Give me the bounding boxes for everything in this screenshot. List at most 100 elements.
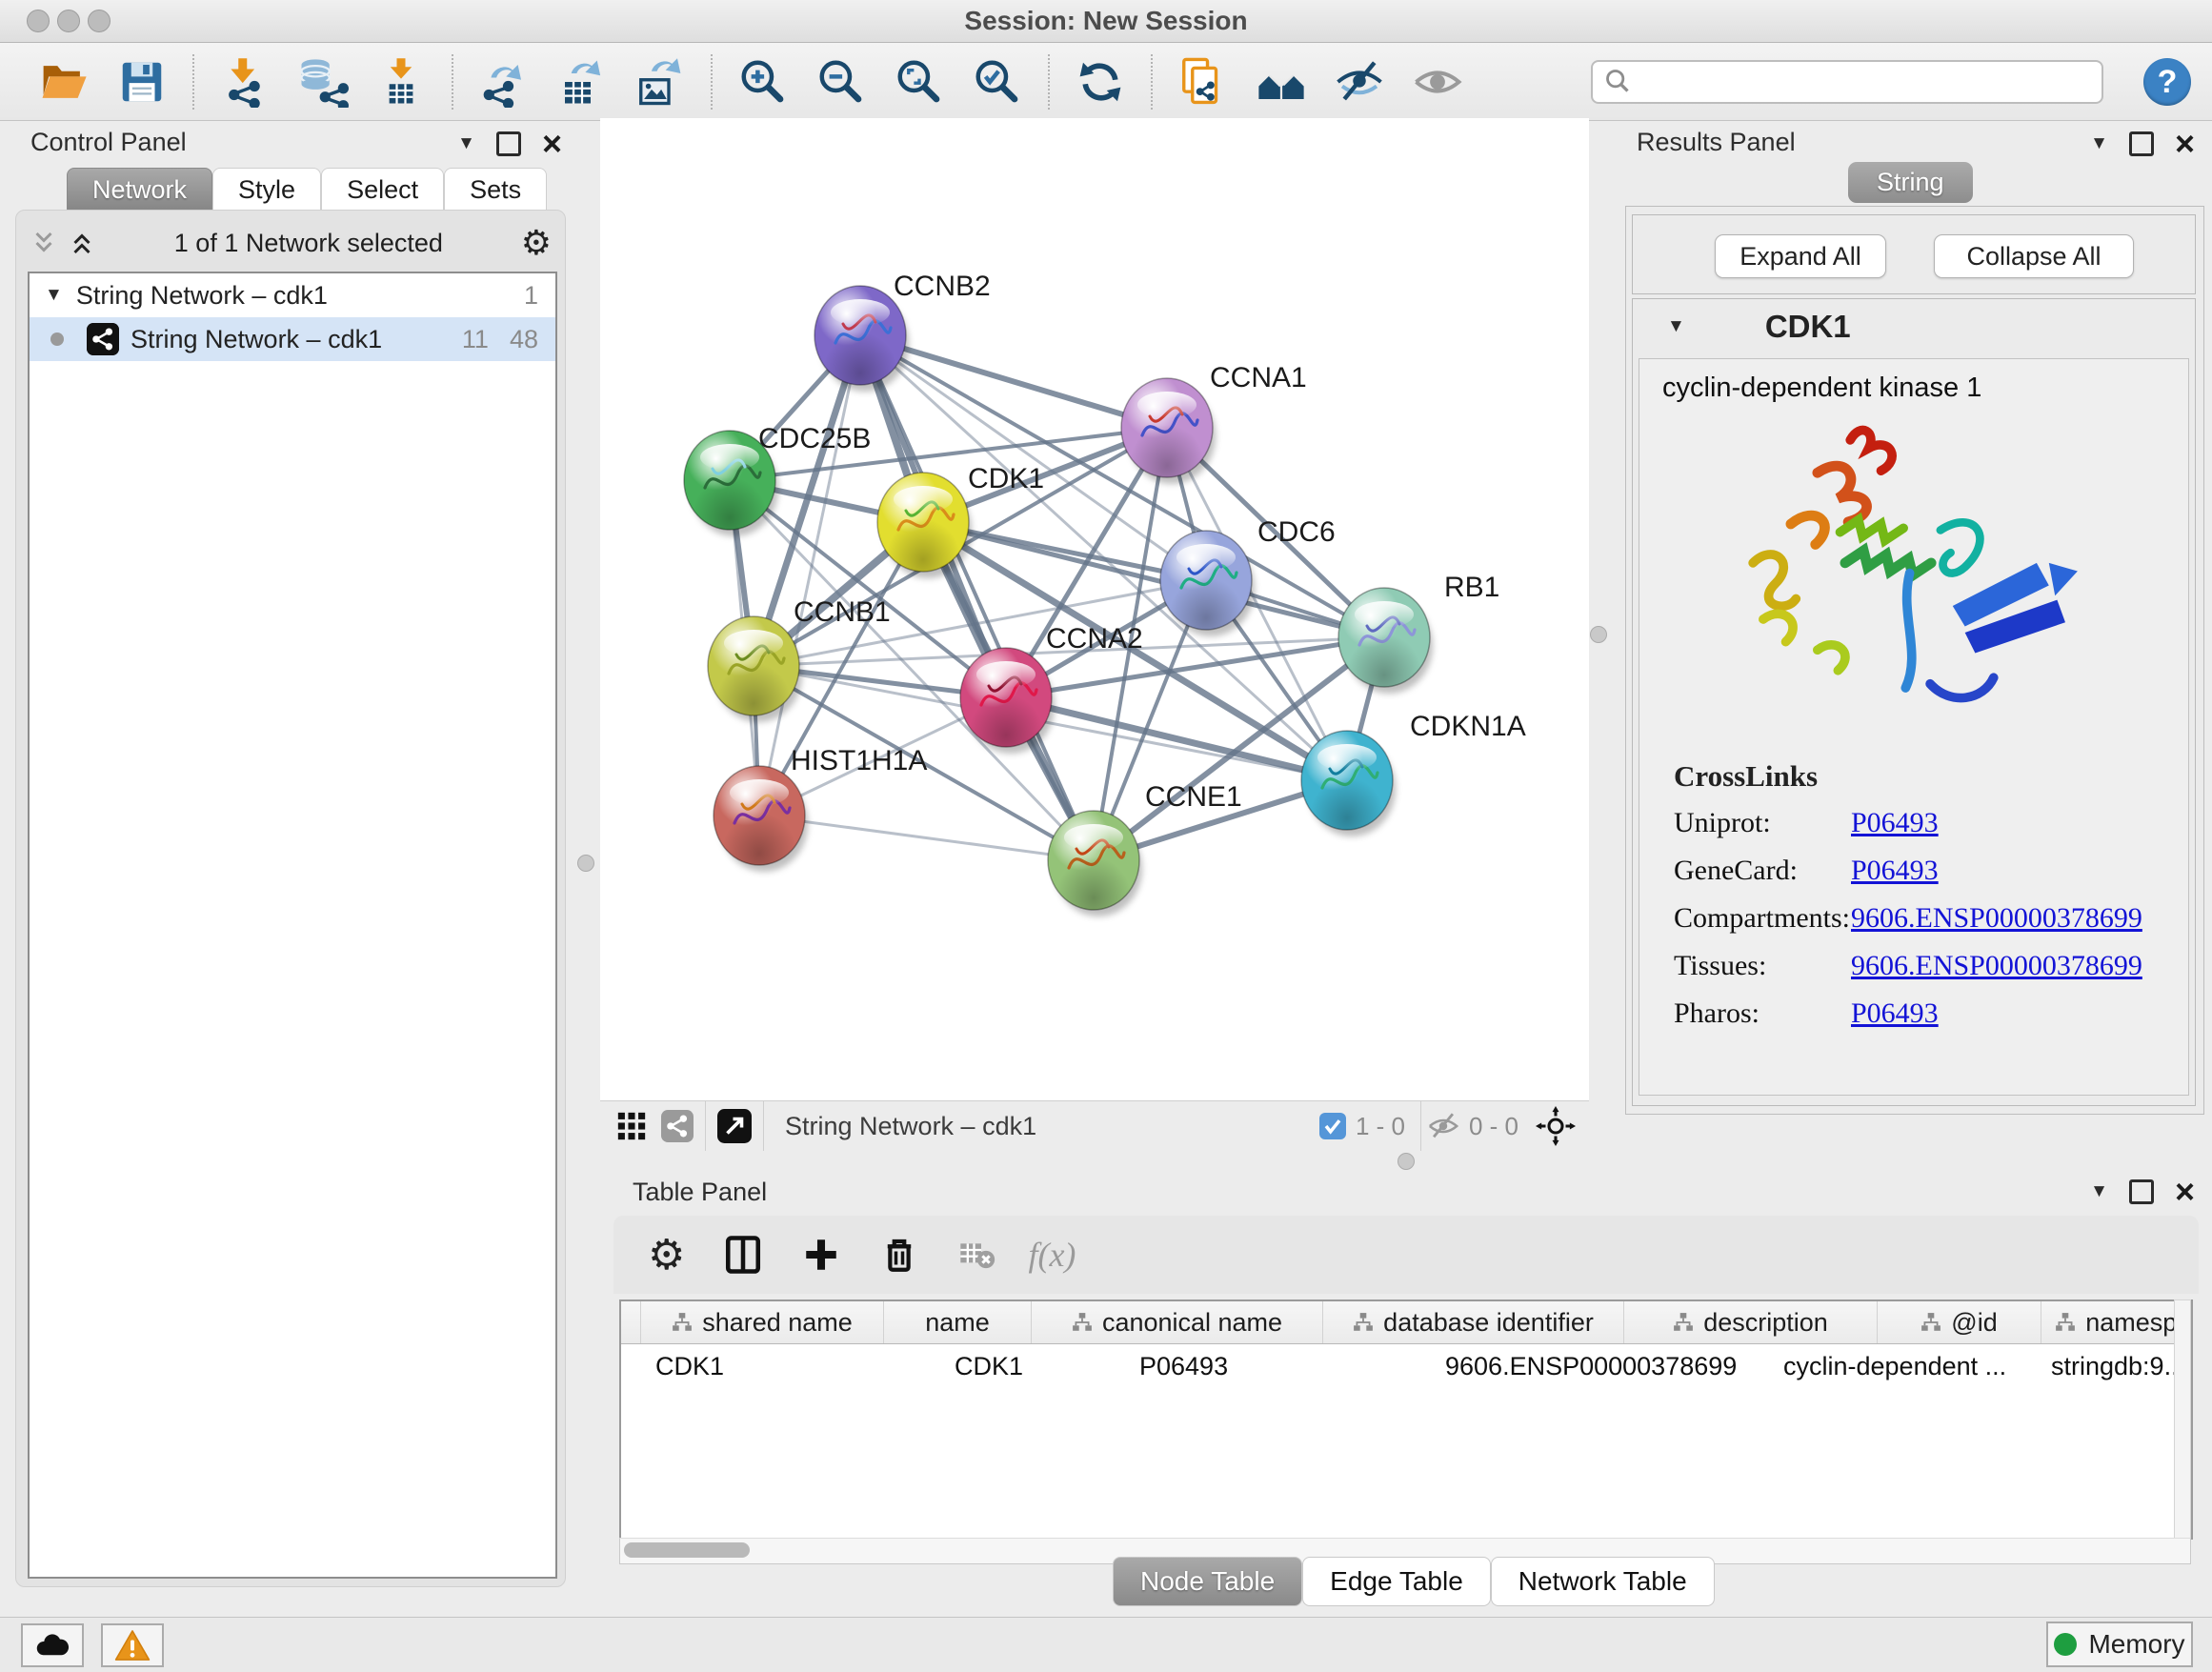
network-view[interactable]: CCNB2CCNA1CDC25BCDK1CDC6RB1CCNB1CCNA2CDK… bbox=[600, 118, 1589, 1150]
collapse-all-chevron-icon[interactable] bbox=[30, 229, 58, 257]
float-panel-icon[interactable] bbox=[496, 131, 521, 156]
node-CCNE1[interactable]: CCNE1 bbox=[1048, 781, 1242, 917]
node-label-CDC25B: CDC25B bbox=[758, 423, 871, 454]
tab-select[interactable]: Select bbox=[321, 168, 444, 212]
node-table[interactable]: shared name name canonical name database… bbox=[619, 1299, 2193, 1540]
selected-nodes-checkbox-icon[interactable] bbox=[1319, 1113, 1346, 1139]
import-network-database-icon[interactable] bbox=[297, 56, 349, 108]
crosslink-row: Pharos: P06493 bbox=[1674, 997, 2142, 1030]
birds-eye-crosshair-icon[interactable] bbox=[1536, 1106, 1576, 1146]
col-namespace[interactable]: namespace bbox=[2041, 1301, 2193, 1343]
node-RB1[interactable]: RB1 bbox=[1338, 572, 1499, 694]
export-network-icon[interactable] bbox=[478, 56, 530, 108]
col-name[interactable]: name bbox=[884, 1301, 1032, 1343]
float-panel-icon[interactable] bbox=[2129, 131, 2154, 156]
network-options-gear-icon[interactable]: ⚙ bbox=[521, 226, 552, 260]
zoom-fit-icon[interactable] bbox=[894, 56, 945, 108]
col-shared-name[interactable]: shared name bbox=[641, 1301, 884, 1343]
delete-column-trash-icon[interactable] bbox=[879, 1235, 919, 1275]
window-minimize-dot[interactable] bbox=[57, 10, 80, 32]
genecard-link[interactable]: P06493 bbox=[1851, 855, 1939, 887]
compartments-link[interactable]: 9606.ENSP00000378699 bbox=[1851, 902, 2142, 935]
node-HIST1H1A[interactable]: HIST1H1A bbox=[714, 745, 927, 872]
table-row[interactable]: CDK1 CDK1 P06493 9606.ENSP00000378699 cy… bbox=[621, 1344, 2191, 1388]
bottom-splitter-handle[interactable] bbox=[1398, 1153, 1415, 1170]
col-id[interactable]: @id bbox=[1878, 1301, 2041, 1343]
search-input[interactable] bbox=[1591, 60, 2103, 104]
help-button[interactable]: ? bbox=[2143, 58, 2191, 106]
grid-view-icon[interactable] bbox=[615, 1110, 648, 1142]
col-canonical-name[interactable]: canonical name bbox=[1032, 1301, 1323, 1343]
col-database-identifier[interactable]: database identifier bbox=[1323, 1301, 1624, 1343]
left-splitter-handle[interactable] bbox=[577, 855, 594, 872]
tab-edge-table[interactable]: Edge Table bbox=[1302, 1557, 1491, 1606]
create-column-plus-icon[interactable] bbox=[801, 1235, 841, 1275]
import-table-icon[interactable] bbox=[375, 56, 427, 108]
close-panel-icon[interactable]: × bbox=[2175, 134, 2195, 153]
tab-sets[interactable]: Sets bbox=[444, 168, 547, 212]
cloud-status-button[interactable] bbox=[21, 1623, 84, 1667]
collapse-panel-icon[interactable]: ▼ bbox=[2090, 1181, 2108, 1202]
tab-network-table[interactable]: Network Table bbox=[1491, 1557, 1715, 1606]
network-badge-icon[interactable] bbox=[661, 1110, 694, 1142]
zoom-in-icon[interactable] bbox=[737, 56, 789, 108]
export-image-icon[interactable] bbox=[634, 56, 686, 108]
gene-section-header[interactable]: ▼ CDK1 bbox=[1633, 299, 2195, 354]
cell-id[interactable]: stringdb:9... bbox=[2036, 1352, 2193, 1381]
expand-all-chevron-icon[interactable] bbox=[68, 229, 96, 257]
zoom-out-icon[interactable] bbox=[815, 56, 867, 108]
tab-string[interactable]: String bbox=[1848, 162, 1973, 203]
network-canvas[interactable]: CCNB2CCNA1CDC25BCDK1CDC6RB1CCNB1CCNA2CDK… bbox=[600, 118, 1589, 1100]
import-network-file-icon[interactable] bbox=[219, 56, 271, 108]
node-CCNA1[interactable]: CCNA1 bbox=[1121, 362, 1307, 484]
tab-network[interactable]: Network bbox=[67, 168, 212, 212]
float-panel-icon[interactable] bbox=[2129, 1179, 2154, 1204]
export-table-icon[interactable] bbox=[556, 56, 608, 108]
col-description[interactable]: description bbox=[1624, 1301, 1878, 1343]
window-close-dot[interactable] bbox=[27, 10, 50, 32]
show-columns-icon[interactable] bbox=[723, 1235, 763, 1275]
save-session-icon[interactable] bbox=[116, 56, 168, 108]
zoom-selected-icon[interactable] bbox=[972, 56, 1023, 108]
tab-style[interactable]: Style bbox=[212, 168, 321, 212]
node-CDKN1A[interactable]: CDKN1A bbox=[1301, 711, 1526, 836]
apply-layout-refresh-icon[interactable] bbox=[1075, 56, 1126, 108]
expand-all-button[interactable]: Expand All bbox=[1715, 234, 1886, 278]
node-label-CCNB1: CCNB1 bbox=[794, 596, 891, 628]
tissues-link[interactable]: 9606.ENSP00000378699 bbox=[1851, 950, 2142, 982]
show-all-icon[interactable] bbox=[1412, 56, 1463, 108]
hide-selected-icon[interactable] bbox=[1334, 56, 1385, 108]
table-vertical-scrollbar[interactable] bbox=[2174, 1299, 2191, 1540]
table-options-gear-icon[interactable]: ⚙ bbox=[648, 1231, 685, 1279]
window-zoom-dot[interactable] bbox=[88, 10, 111, 32]
network-row-selected[interactable]: String Network – cdk1 11 48 bbox=[30, 317, 555, 361]
detach-view-icon[interactable] bbox=[717, 1109, 752, 1143]
node-CDK1[interactable]: CDK1 bbox=[877, 463, 1044, 578]
close-panel-icon[interactable]: × bbox=[2175, 1182, 2195, 1201]
collapse-all-button[interactable]: Collapse All bbox=[1934, 234, 2134, 278]
cell-shared-name[interactable]: CDK1 bbox=[640, 1352, 897, 1381]
collapse-panel-icon[interactable]: ▼ bbox=[457, 133, 475, 154]
pharos-link[interactable]: P06493 bbox=[1851, 997, 1939, 1030]
delete-table-icon bbox=[957, 1236, 995, 1274]
warning-status-button[interactable] bbox=[101, 1623, 164, 1667]
scrollbar-thumb[interactable] bbox=[624, 1542, 750, 1558]
right-splitter-handle[interactable] bbox=[1590, 626, 1607, 643]
memory-button[interactable]: Memory bbox=[2046, 1622, 2193, 1667]
collapse-panel-icon[interactable]: ▼ bbox=[2090, 133, 2108, 154]
first-neighbors-icon[interactable] bbox=[1256, 56, 1307, 108]
cell-database-identifier[interactable]: 9606.ENSP00000378699 bbox=[1430, 1352, 1745, 1381]
collection-expand-icon[interactable]: ▼ bbox=[45, 285, 63, 306]
network-collection-row[interactable]: ▼ String Network – cdk1 1 bbox=[30, 273, 555, 317]
cell-canonical-name[interactable]: P06493 bbox=[1101, 1352, 1430, 1381]
section-expand-icon[interactable]: ▼ bbox=[1667, 316, 1685, 337]
open-session-icon[interactable] bbox=[38, 56, 90, 108]
new-network-from-selection-icon[interactable] bbox=[1177, 56, 1229, 108]
node-CCNB1[interactable]: CCNB1 bbox=[708, 596, 891, 722]
node-label-CCNA2: CCNA2 bbox=[1046, 623, 1143, 655]
uniprot-link[interactable]: P06493 bbox=[1851, 807, 1939, 839]
cell-description[interactable]: cyclin-dependent ... bbox=[1745, 1352, 2036, 1381]
close-panel-icon[interactable]: × bbox=[542, 134, 562, 153]
cell-name[interactable]: CDK1 bbox=[897, 1352, 1101, 1381]
tab-node-table[interactable]: Node Table bbox=[1113, 1557, 1302, 1606]
